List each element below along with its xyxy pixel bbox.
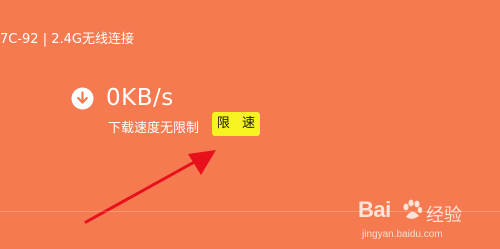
baidu-jingyan-watermark: Bai 经验 jingyan.baidu.com — [340, 197, 490, 247]
device-connection-info: 7C-92 | 2.4G无线连接 — [0, 32, 134, 47]
watermark-logo-text: Bai — [358, 197, 391, 222]
speed-limit-button[interactable]: 限 速 — [212, 112, 260, 136]
download-arrow-icon — [71, 87, 94, 110]
download-speed-value: 0KB/s — [106, 85, 174, 111]
watermark-logo-suffix: 经验 — [426, 205, 462, 226]
paw-icon — [403, 199, 422, 219]
watermark-url: jingyan.baidu.com — [362, 229, 443, 240]
red-arrow-annotation — [84, 150, 216, 224]
download-limit-status: 下载速度无限制 — [108, 121, 200, 136]
